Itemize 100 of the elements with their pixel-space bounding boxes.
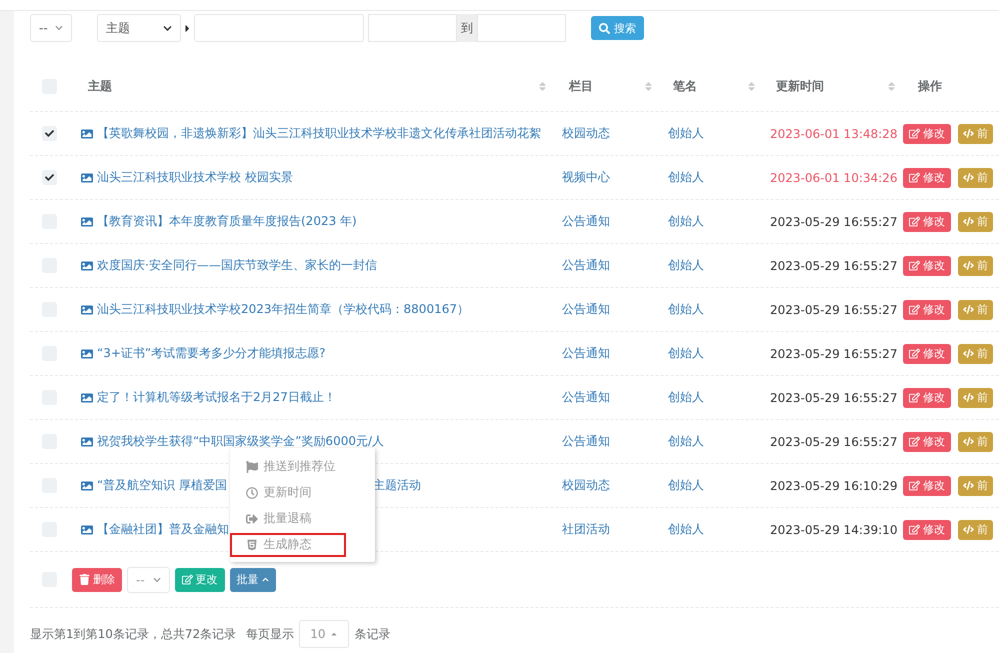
image-icon bbox=[81, 436, 93, 448]
category-link[interactable]: 公告通知 bbox=[562, 390, 610, 404]
author-link[interactable]: 创始人 bbox=[668, 170, 704, 184]
article-title-link[interactable]: 【金融社团】普及金融知 bbox=[97, 521, 229, 538]
field-select[interactable]: 主题 bbox=[97, 14, 181, 42]
author-link[interactable]: 创始人 bbox=[668, 522, 704, 536]
sort-icon[interactable] bbox=[537, 80, 548, 92]
category-link[interactable]: 公告通知 bbox=[562, 346, 610, 360]
edit-button[interactable]: 修改 bbox=[903, 344, 951, 364]
image-icon bbox=[81, 480, 93, 492]
delete-button[interactable]: 删除 bbox=[72, 568, 122, 592]
update-time: 2023-05-29 16:55:27 bbox=[770, 214, 898, 228]
sort-icon[interactable] bbox=[746, 80, 757, 92]
preview-button[interactable]: 前 bbox=[958, 432, 993, 452]
update-time: 2023-05-29 14:39:10 bbox=[770, 522, 898, 536]
update-time: 2023-05-29 16:55:27 bbox=[770, 434, 898, 448]
article-title-link[interactable]: 定了！计算机等级考试报名于2月27日截止！ bbox=[97, 389, 336, 406]
update-time: 2023-05-29 16:55:27 bbox=[770, 346, 898, 360]
category-link[interactable]: 视频中心 bbox=[562, 170, 610, 184]
change-button[interactable]: 更改 bbox=[174, 568, 225, 592]
article-title-link[interactable]: 汕头三江科技职业技术学校 校园实景 bbox=[97, 169, 293, 186]
search-icon bbox=[599, 22, 610, 34]
search-button[interactable]: 搜索 bbox=[591, 16, 644, 40]
edit-button[interactable]: 修改 bbox=[903, 124, 951, 144]
category-link[interactable]: 公告通知 bbox=[562, 214, 610, 228]
article-title-link[interactable]: 【教育资讯】本年度教育质量年度报告(2023 年) bbox=[97, 213, 357, 230]
preview-button[interactable]: 前 bbox=[958, 520, 993, 540]
edit-button[interactable]: 修改 bbox=[903, 520, 951, 540]
menu-item[interactable]: 更新时间 bbox=[230, 480, 375, 504]
article-title-link[interactable]: 欢度国庆·安全同行——国庆节致学生、家长的一封信 bbox=[97, 257, 377, 274]
sort-icon[interactable] bbox=[886, 80, 897, 92]
chevron-up-icon bbox=[262, 576, 269, 583]
records-suffix: 条记录 bbox=[354, 626, 390, 642]
article-title-link[interactable]: 汕头三江科技职业技术学校2023年招生简章（学校代码：8800167） bbox=[97, 301, 469, 318]
preview-button[interactable]: 前 bbox=[958, 388, 993, 408]
code-icon bbox=[963, 348, 974, 359]
edit-button[interactable]: 修改 bbox=[903, 300, 951, 320]
chevron-down-icon bbox=[55, 24, 63, 32]
status-select[interactable]: -- bbox=[30, 14, 72, 42]
author-link[interactable]: 创始人 bbox=[668, 434, 704, 448]
menu-item[interactable]: 生成静态 bbox=[230, 532, 346, 556]
update-time: 2023-06-01 10:34:26 bbox=[770, 170, 898, 184]
category-link[interactable]: 校园动态 bbox=[562, 478, 610, 492]
update-time: 2023-05-29 16:10:29 bbox=[770, 478, 898, 492]
update-time: 2023-06-01 13:48:28 bbox=[770, 126, 898, 140]
page-size-select[interactable]: 10 bbox=[299, 620, 350, 648]
author-link[interactable]: 创始人 bbox=[668, 214, 704, 228]
code-icon bbox=[963, 216, 974, 227]
author-link[interactable]: 创始人 bbox=[668, 126, 704, 140]
menu-item[interactable]: 推送到推荐位 bbox=[230, 454, 375, 478]
menu-item[interactable]: 批量退稿 bbox=[230, 506, 375, 530]
edit-button[interactable]: 修改 bbox=[903, 212, 951, 232]
category-link[interactable]: 校园动态 bbox=[562, 126, 610, 140]
batch-button[interactable]: 批量 bbox=[230, 568, 276, 592]
keyword-field[interactable] bbox=[194, 14, 364, 42]
author-link[interactable]: 创始人 bbox=[668, 478, 704, 492]
end-date-field[interactable] bbox=[477, 14, 566, 42]
code-icon bbox=[963, 128, 974, 139]
article-title-link[interactable]: 【英歌舞校园，非遗焕新彩】汕头三江科技职业技术学校非遗文化传承社团活动花絮 bbox=[97, 125, 541, 142]
to-label: 到 bbox=[457, 14, 477, 42]
edit-icon bbox=[909, 260, 920, 271]
row-checkbox[interactable] bbox=[42, 126, 57, 141]
category-link[interactable]: 社团活动 bbox=[562, 522, 610, 536]
row-checkbox[interactable] bbox=[42, 170, 57, 185]
trash-icon bbox=[79, 574, 90, 585]
edit-icon bbox=[909, 172, 920, 183]
sort-icon[interactable] bbox=[643, 80, 654, 92]
edit-button[interactable]: 修改 bbox=[903, 388, 951, 408]
edit-button[interactable]: 修改 bbox=[903, 168, 951, 188]
image-icon bbox=[81, 128, 93, 140]
edit-icon bbox=[909, 392, 920, 403]
edit-button[interactable]: 修改 bbox=[903, 476, 951, 496]
category-link[interactable]: 公告通知 bbox=[562, 302, 610, 316]
author-link[interactable]: 创始人 bbox=[668, 346, 704, 360]
preview-button[interactable]: 前 bbox=[958, 476, 993, 496]
category-link[interactable]: 公告通知 bbox=[562, 258, 610, 272]
start-date-field[interactable] bbox=[368, 14, 457, 42]
image-icon bbox=[81, 172, 93, 184]
preview-button[interactable]: 前 bbox=[958, 344, 993, 364]
article-title-link[interactable]: “普及航空知识 厚植爱国 bbox=[97, 477, 228, 494]
preview-button[interactable]: 前 bbox=[958, 212, 993, 232]
code-icon bbox=[963, 304, 974, 315]
author-link[interactable]: 创始人 bbox=[668, 390, 704, 404]
author-link[interactable]: 创始人 bbox=[668, 302, 704, 316]
edit-button[interactable]: 修改 bbox=[903, 432, 951, 452]
preview-button[interactable]: 前 bbox=[958, 124, 993, 144]
edit-icon bbox=[909, 304, 920, 315]
code-icon bbox=[963, 260, 974, 271]
article-title-link[interactable]: 祝贺我校学生获得“中职国家级奖学金”奖励6000元/人 bbox=[97, 433, 384, 450]
sign-out-icon bbox=[246, 512, 258, 524]
category-link[interactable]: 公告通知 bbox=[562, 434, 610, 448]
preview-button[interactable]: 前 bbox=[958, 300, 993, 320]
preview-button[interactable]: 前 bbox=[958, 256, 993, 276]
bulk-select[interactable]: -- bbox=[127, 566, 170, 592]
article-title-link[interactable]: “3+证书”考试需要考多少分才能填报志愿? bbox=[97, 345, 326, 362]
preview-button[interactable]: 前 bbox=[958, 168, 993, 188]
edit-icon bbox=[909, 128, 920, 139]
check-icon bbox=[45, 129, 54, 138]
edit-button[interactable]: 修改 bbox=[903, 256, 951, 276]
author-link[interactable]: 创始人 bbox=[668, 258, 704, 272]
